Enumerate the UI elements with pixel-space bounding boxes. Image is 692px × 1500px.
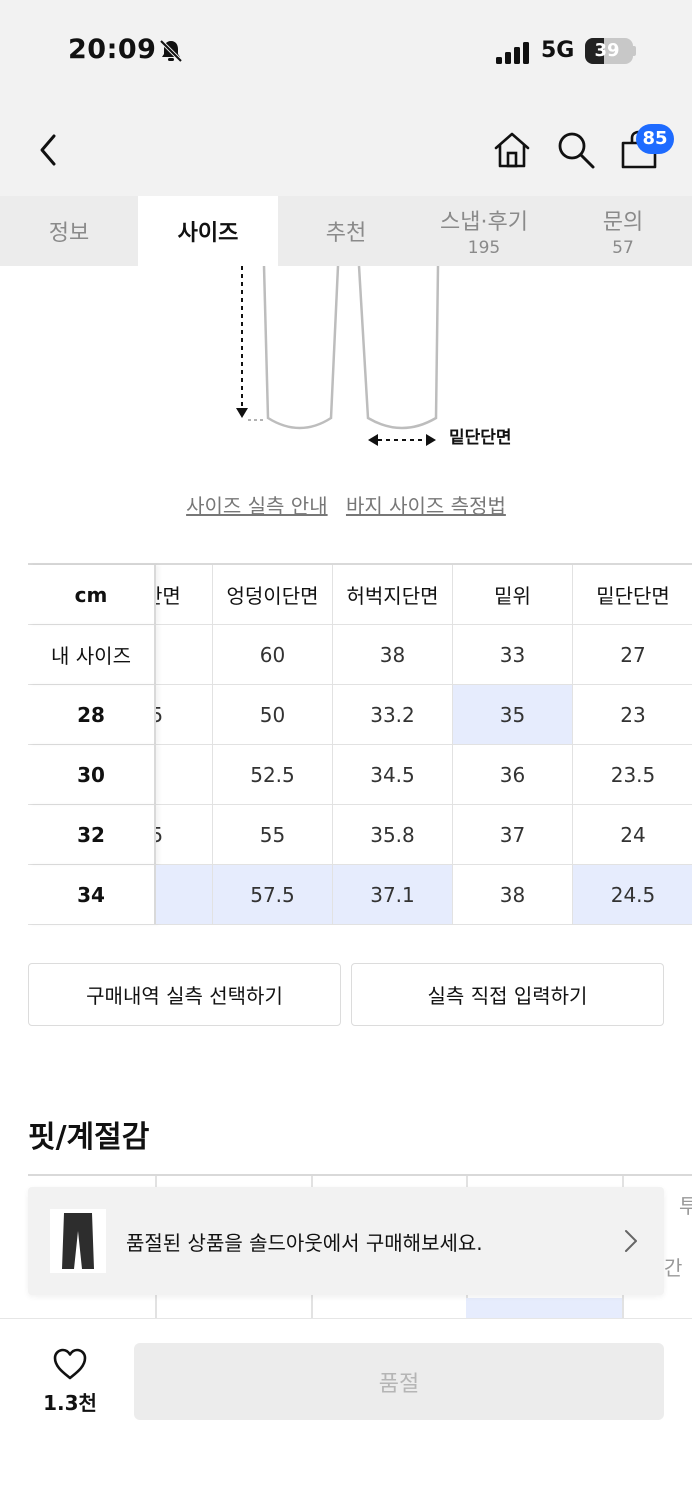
tab-size[interactable]: 사이즈	[138, 196, 278, 266]
like-count: 1.3천	[43, 1391, 97, 1415]
header-cell: 밑단단면	[596, 584, 670, 608]
table-cell-text: 0	[156, 763, 157, 787]
header-cell: cm	[28, 565, 156, 624]
table-row: 28 .5 50 33.2 35 23	[28, 685, 692, 745]
table-cell: .5	[156, 685, 213, 744]
table-cell-highlighted: 24.5	[573, 865, 692, 924]
bottom-action-bar: 1.3천 품절	[0, 1318, 692, 1500]
table-cell: 24	[620, 822, 646, 847]
tab-count: 57	[612, 238, 634, 258]
tab-bar: 정보 사이즈 추천 스냅·후기 195 문의 57	[0, 196, 692, 266]
tab-info[interactable]: 정보	[0, 196, 138, 266]
search-icon[interactable]	[556, 130, 596, 170]
table-cell-highlighted: 5	[156, 865, 213, 924]
size-table: cm 단면 엉덩이단면 허벅지단면 밑위 밑단단면 내 사이즈 8 60 38 …	[28, 563, 692, 925]
table-cell: 33	[453, 625, 573, 684]
table-cell-highlighted: 57.5	[213, 865, 333, 924]
tab-recommend[interactable]: 추천	[278, 196, 414, 266]
size-guide-links: 사이즈 실측 안내 바지 사이즈 측정법	[0, 490, 692, 519]
row-label: 28	[28, 685, 156, 744]
row-label: 34	[28, 865, 156, 924]
table-cell: .5	[156, 805, 213, 864]
table-cell: 8	[156, 625, 213, 684]
table-row: 34 5 57.5 37.1 38 24.5	[28, 865, 692, 925]
tab-label: 스냅·후기	[440, 210, 528, 235]
tab-label: 정보	[48, 221, 90, 246]
tab-snap-review[interactable]: 스냅·후기 195	[414, 196, 554, 266]
table-cell: 50	[213, 685, 333, 744]
battery-percent: 39	[594, 40, 620, 61]
table-cell: 36	[453, 745, 573, 804]
hem-width-label: 밑단단면	[449, 428, 512, 448]
cart-count-badge: 85	[636, 124, 674, 154]
header-cell: 허벅지단면	[333, 565, 453, 624]
table-cell-text: .5	[156, 823, 163, 847]
bell-off-icon	[159, 39, 183, 63]
battery-tip	[633, 46, 636, 56]
home-icon[interactable]	[492, 130, 532, 170]
like-button[interactable]: 1.3천	[30, 1347, 110, 1419]
status-time: 20:09	[68, 34, 157, 65]
table-cell-highlighted: 35	[453, 685, 573, 744]
header-cell: 단면	[156, 565, 213, 624]
table-cell: 55	[213, 805, 333, 864]
table-cell: 23.5	[610, 762, 656, 787]
table-header-row: cm 단면 엉덩이단면 허벅지단면 밑위 밑단단면	[28, 565, 692, 625]
table-cell: 52.5	[213, 745, 333, 804]
soldout-banner[interactable]: 품절된 상품을 솔드아웃에서 구매해보세요.	[28, 1187, 664, 1295]
direct-measure-input-button[interactable]: 실측 직접 입력하기	[351, 963, 664, 1026]
table-cell: 34.5	[333, 745, 453, 804]
header-cell-text: 단면	[156, 584, 181, 608]
row-label: 30	[28, 745, 156, 804]
tab-inquiry[interactable]: 문의 57	[554, 196, 692, 266]
table-cell-text: 5	[156, 883, 157, 907]
table-cell: 37	[453, 805, 573, 864]
header-cell: 엉덩이단면	[213, 565, 333, 624]
table-cell: 0	[156, 745, 213, 804]
battery-icon: 39	[585, 38, 633, 64]
row-label: 내 사이즈	[28, 625, 156, 684]
soldout-button[interactable]: 품절	[134, 1343, 664, 1420]
pants-measurement-diagram: 밑단단면	[0, 266, 692, 466]
table-row: 32 .5 55 35.8 37 24	[28, 805, 692, 865]
soldout-banner-text: 품절된 상품을 솔드아웃에서 구매해보세요.	[126, 1231, 483, 1255]
table-cell: 60	[213, 625, 333, 684]
table-cell-highlighted: 37.1	[333, 865, 453, 924]
row-label: 32	[28, 805, 156, 864]
table-cell: 35.8	[333, 805, 453, 864]
size-guide-link[interactable]: 사이즈 실측 안내	[186, 494, 328, 518]
back-icon[interactable]	[34, 132, 66, 168]
tab-label: 사이즈	[177, 221, 239, 246]
heart-icon	[53, 1348, 87, 1380]
table-cell: 38	[333, 625, 453, 684]
purchase-history-measure-button[interactable]: 구매내역 실측 선택하기	[28, 963, 341, 1026]
tab-label: 문의	[602, 210, 644, 235]
status-bar: 20:09 5G 39	[0, 0, 692, 100]
table-cell: 27	[620, 642, 646, 667]
table-cell: 38	[453, 865, 573, 924]
table-row: 30 0 52.5 34.5 36 23.5	[28, 745, 692, 805]
table-cell: 23	[620, 702, 646, 727]
clipped-column-text: 투	[679, 1194, 692, 1218]
table-row: 내 사이즈 8 60 38 33 27	[28, 625, 692, 685]
clipped-column-text: 간	[664, 1256, 683, 1280]
product-thumbnail	[50, 1209, 106, 1273]
table-cell-text: .5	[156, 703, 163, 727]
pants-measure-link[interactable]: 바지 사이즈 측정법	[346, 494, 506, 518]
network-type: 5G	[541, 38, 575, 63]
app-header	[0, 100, 692, 196]
fit-season-title: 핏/계절감	[28, 1120, 150, 1155]
table-cell: 33.2	[333, 685, 453, 744]
chevron-right-icon	[625, 1230, 637, 1252]
tab-label: 추천	[325, 221, 367, 246]
table-cell-text: 8	[156, 643, 157, 667]
header-cell: 밑위	[453, 565, 573, 624]
signal-icon	[496, 42, 529, 64]
pants-illustration	[236, 266, 440, 446]
pants-thumbnail-image	[62, 1213, 94, 1269]
tab-count: 195	[467, 238, 501, 258]
